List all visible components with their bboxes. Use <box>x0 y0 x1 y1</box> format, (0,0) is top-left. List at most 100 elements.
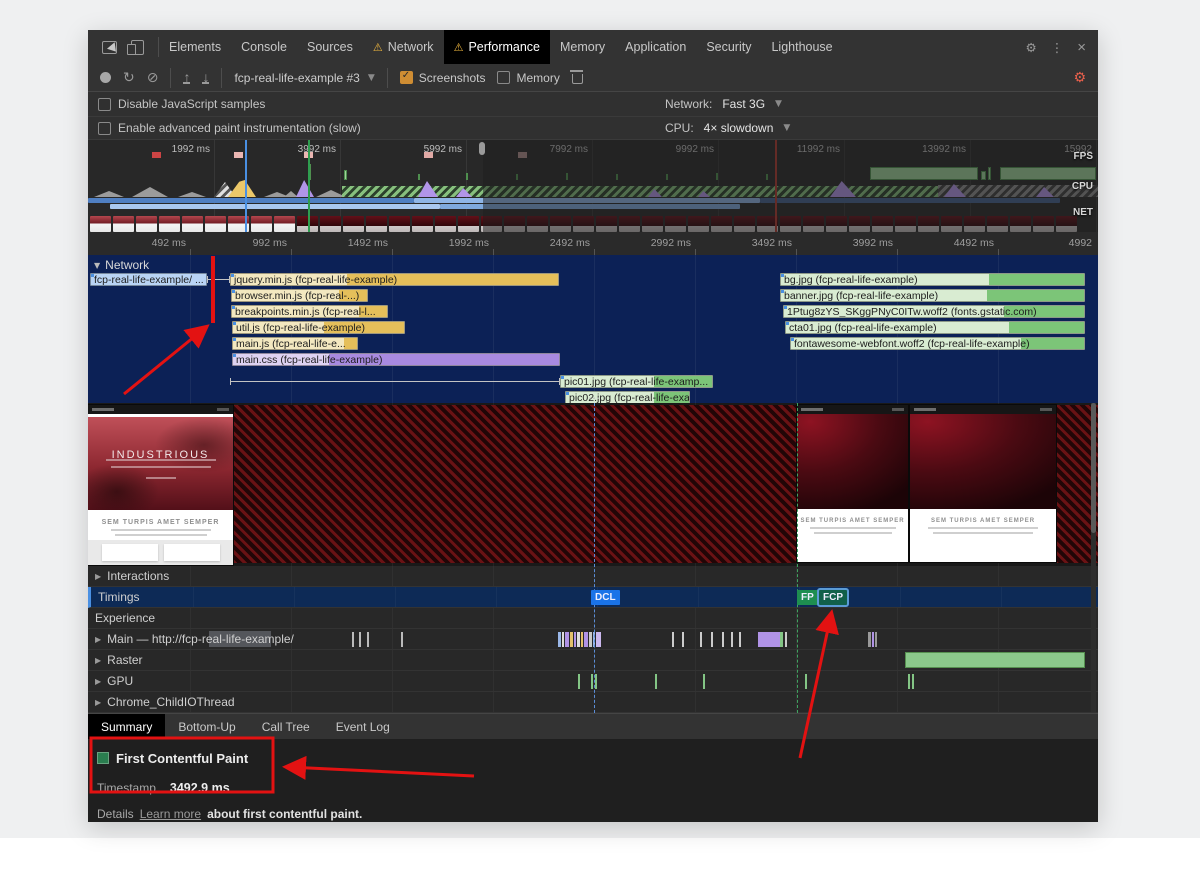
network-throttle-select[interactable]: Network: Fast 3G ▼ <box>665 97 782 111</box>
tab-application[interactable]: Application <box>615 30 696 64</box>
settings-gear-icon[interactable]: ⚙ <box>1026 40 1037 55</box>
track-row-interactions[interactable]: ▶Interactions <box>88 566 1098 587</box>
track-row-raster[interactable]: ▶Raster <box>88 650 1098 671</box>
filmstrip-thumbnail[interactable] <box>90 216 111 232</box>
network-request-bar[interactable]: main.js (fcp-real-life-e... <box>232 337 358 350</box>
request-label: cta01.jpg (fcp-real-life-example) <box>786 322 1084 334</box>
tab-network[interactable]: ⚠Network <box>363 30 444 64</box>
filmstrip-thumbnail[interactable] <box>113 216 134 232</box>
filmstrip-thumbnail[interactable] <box>182 216 203 232</box>
track-row-chrome[interactable]: ▶Chrome_ChildIOThread <box>88 692 1098 713</box>
advanced-paint-checkbox[interactable] <box>98 122 111 135</box>
collapse-arrow-icon[interactable]: ▼ <box>94 261 100 270</box>
filmstrip-thumbnail[interactable] <box>251 216 272 232</box>
filmstrip-thumbnail[interactable] <box>412 216 433 232</box>
filmstrip-thumbnail[interactable] <box>159 216 180 232</box>
frames-strip[interactable]: INDUSTRIOUS SEM TURPIS AMET SEMPER SEM T… <box>88 403 1098 566</box>
network-request-bar[interactable]: fcp-real-life-example/ ... <box>90 273 207 286</box>
reload-and-record-icon[interactable]: ↻ <box>123 70 135 86</box>
page-screenshot-3[interactable]: SEM TURPIS AMET SEMPER <box>910 405 1056 562</box>
filmstrip-thumbnail[interactable] <box>320 216 341 232</box>
bottom-tab-summary[interactable]: Summary <box>88 714 165 740</box>
network-request-bar[interactable]: util.js (fcp-real-life-example) <box>232 321 405 334</box>
network-request-bar[interactable]: bg.jpg (fcp-real-life-example) <box>780 273 1085 286</box>
gpu-activity-mark <box>912 674 914 689</box>
trash-icon[interactable] <box>572 74 583 84</box>
bottom-tab-call-tree[interactable]: Call Tree <box>249 714 323 740</box>
expand-arrow-icon[interactable]: ▶ <box>95 572 101 581</box>
page-background <box>0 838 1200 885</box>
expand-arrow-icon[interactable]: ▶ <box>95 656 101 665</box>
network-request-bar[interactable]: browser.min.js (fcp-real-...) <box>231 289 368 302</box>
main-activity-mark <box>581 632 583 647</box>
screenshots-checkbox[interactable]: Screenshots <box>400 71 486 85</box>
request-label: bg.jpg (fcp-real-life-example) <box>781 274 1084 286</box>
network-request-bar[interactable]: cta01.jpg (fcp-real-life-example) <box>785 321 1085 334</box>
cpu-activity-shape <box>296 180 314 197</box>
page-screenshot-1[interactable]: INDUSTRIOUS SEM TURPIS AMET SEMPER <box>88 405 233 565</box>
bottom-tab-bottom-up[interactable]: Bottom-Up <box>165 714 248 740</box>
selection-handle[interactable] <box>479 142 485 155</box>
network-request-bar[interactable]: pic02.jpg (fcp-real-life-example) <box>565 391 690 403</box>
load-profile-icon[interactable]: ↑ <box>183 72 190 84</box>
network-request-bar[interactable]: 1Ptug8zYS_SKggPNyC0ITw.woff2 (fonts.gsta… <box>783 305 1085 318</box>
bottom-tab-event-log[interactable]: Event Log <box>323 714 403 740</box>
clear-recording-icon[interactable]: ⊘ <box>147 70 159 86</box>
timing-badge-fcp[interactable]: FCP <box>819 590 847 605</box>
tab-console[interactable]: Console <box>231 30 297 64</box>
network-request-bar[interactable]: main.css (fcp-real-life-example) <box>232 353 560 366</box>
expand-arrow-icon[interactable]: ▶ <box>95 698 101 707</box>
filmstrip-thumbnail[interactable] <box>389 216 410 232</box>
expand-arrow-icon[interactable]: ▶ <box>95 677 101 686</box>
tracks-scrollbar[interactable] <box>1091 403 1096 712</box>
tab-security[interactable]: Security <box>696 30 761 64</box>
tab-memory[interactable]: Memory <box>550 30 615 64</box>
expand-arrow-icon[interactable]: ▶ <box>95 635 101 644</box>
network-request-bar[interactable]: fontawesome-webfont.woff2 (fcp-real-life… <box>790 337 1085 350</box>
device-toolbar-icon[interactable] <box>131 40 144 55</box>
timeline-overview[interactable]: 1992 ms3992 ms5992 ms7992 ms9992 ms11992… <box>88 140 1098 232</box>
record-button[interactable] <box>100 72 111 83</box>
raster-task-bar[interactable] <box>905 652 1085 668</box>
recording-history-select[interactable]: fcp-real-life-example #3 ▼ <box>234 71 374 85</box>
main-activity-mark <box>577 632 580 647</box>
tab-lighthouse[interactable]: Lighthouse <box>761 30 842 64</box>
close-icon[interactable]: × <box>1077 39 1086 56</box>
save-profile-icon[interactable]: ↓ <box>202 72 209 84</box>
track-name: Experience <box>95 611 155 625</box>
network-request-bar[interactable]: banner.jpg (fcp-real-life-example) <box>780 289 1085 302</box>
tab-elements[interactable]: Elements <box>159 30 231 64</box>
filmstrip-thumbnail[interactable] <box>274 216 295 232</box>
filmstrip-thumbnail[interactable] <box>435 216 456 232</box>
track-row-main[interactable]: ▶Main — http://fcp-real-life-example/ <box>88 629 1098 650</box>
disable-js-checkbox[interactable] <box>98 98 111 111</box>
track-row-gpu[interactable]: ▶GPU <box>88 671 1098 692</box>
track-gridline <box>796 566 797 586</box>
tab-sources[interactable]: Sources <box>297 30 363 64</box>
filmstrip-thumbnail[interactable] <box>136 216 157 232</box>
filmstrip-thumbnail[interactable] <box>366 216 387 232</box>
track-row-timings[interactable]: TimingsDCLFPFCP <box>88 587 1098 608</box>
tab-performance[interactable]: ⚠Performance <box>444 30 550 64</box>
ruler-tick-label: 3992 ms <box>853 237 893 249</box>
page-screenshot-2[interactable]: SEM TURPIS AMET SEMPER <box>797 405 908 562</box>
network-track[interactable]: ▼ Network ⋯ fcp-real-life-example/ ...jq… <box>88 255 1098 403</box>
network-request-bar[interactable]: pic01.jpg (fcp-real-life-examp... <box>560 375 713 388</box>
filmstrip-thumbnail[interactable] <box>458 216 479 232</box>
network-request-bar[interactable]: breakpoints.min.js (fcp-real-l... <box>231 305 388 318</box>
memory-checkbox[interactable]: Memory <box>497 71 559 85</box>
cpu-throttle-select[interactable]: CPU: 4× slowdown ▼ <box>665 121 790 135</box>
capture-settings-gear-icon[interactable]: ⚙ <box>1073 70 1086 86</box>
network-resize-handle[interactable]: ⋯ <box>588 391 601 403</box>
tab-label: Sources <box>307 40 353 54</box>
learn-more-link[interactable]: Learn more <box>140 807 201 821</box>
inspect-element-icon[interactable] <box>102 41 117 54</box>
request-label: banner.jpg (fcp-real-life-example) <box>781 290 1084 302</box>
timing-badge-dcl[interactable]: DCL <box>591 590 620 605</box>
kebab-menu-icon[interactable]: ⋮ <box>1051 40 1064 55</box>
filmstrip-thumbnail[interactable] <box>343 216 364 232</box>
network-request-bar[interactable]: jquery.min.js (fcp-real-life-example) <box>230 273 559 286</box>
timing-badge-fp[interactable]: FP <box>797 590 818 605</box>
filmstrip-thumbnail[interactable] <box>205 216 226 232</box>
track-row-experience[interactable]: Experience <box>88 608 1098 629</box>
